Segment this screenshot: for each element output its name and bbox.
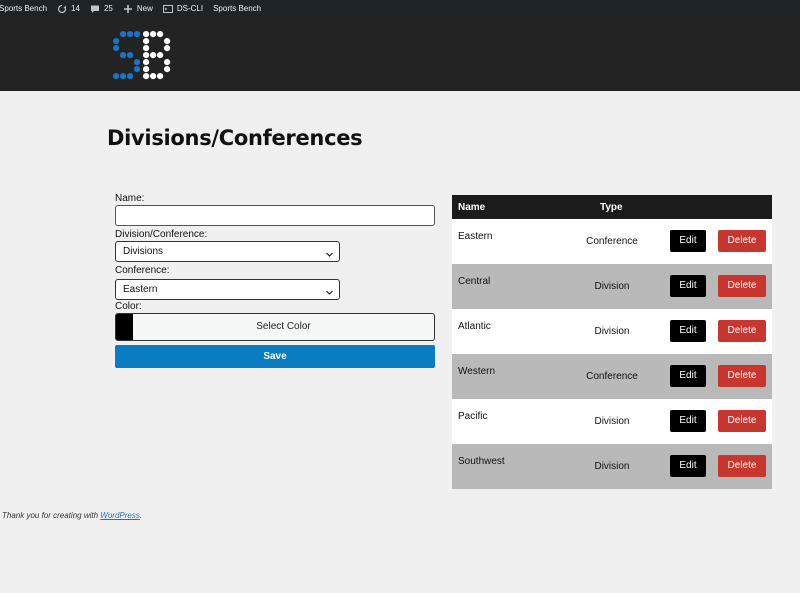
- row-type: Conference: [586, 236, 638, 247]
- row-name: Eastern: [458, 231, 493, 242]
- admin-bar-comments[interactable]: 25: [85, 0, 118, 17]
- admin-bar: Sports Bench 14 25 New DS-CLI Sports Ben…: [0, 0, 800, 17]
- footer-suffix: .: [139, 511, 143, 520]
- row-type: Conference: [586, 371, 638, 382]
- edit-button[interactable]: Edit: [670, 365, 706, 387]
- delete-button[interactable]: Delete: [718, 365, 766, 387]
- delete-button[interactable]: Delete: [718, 410, 766, 432]
- edit-button[interactable]: Edit: [670, 230, 706, 252]
- delete-button[interactable]: Delete: [718, 455, 766, 477]
- admin-bar-site-name-label: Sports Bench: [0, 4, 48, 13]
- divisions-table: Name Type Eastern Conference Edit Delete…: [452, 195, 772, 489]
- type-label: Division/Conference:: [115, 229, 208, 240]
- comment-icon: [90, 4, 100, 14]
- table-row: Southwest Division Edit Delete: [452, 444, 772, 489]
- row-type: Division: [594, 416, 630, 427]
- row-type: Division: [594, 461, 630, 472]
- edit-button[interactable]: Edit: [670, 275, 706, 297]
- table-row: Western Conference Edit Delete: [452, 354, 772, 399]
- conference-select-value: Eastern: [123, 284, 158, 295]
- conference-label: Conference:: [115, 265, 170, 276]
- type-select-value: Divisions: [123, 246, 164, 257]
- updates-count: 14: [71, 4, 80, 13]
- refresh-icon: [57, 4, 67, 14]
- table-row: Eastern Conference Edit Delete: [452, 219, 772, 264]
- color-label: Color:: [115, 301, 142, 312]
- edit-button[interactable]: Edit: [670, 410, 706, 432]
- delete-button[interactable]: Delete: [718, 230, 766, 252]
- admin-footer: Thank you for creating with WordPress.: [2, 511, 142, 520]
- conference-select[interactable]: Eastern: [115, 279, 340, 300]
- delete-button[interactable]: Delete: [718, 275, 766, 297]
- table-row: Central Division Edit Delete: [452, 264, 772, 309]
- column-header-name: Name: [458, 202, 486, 213]
- edit-button[interactable]: Edit: [670, 320, 706, 342]
- row-type: Division: [594, 326, 630, 337]
- delete-button[interactable]: Delete: [718, 320, 766, 342]
- chevron-down-icon: [325, 247, 334, 257]
- row-name: Central: [458, 276, 491, 287]
- name-input[interactable]: [115, 205, 435, 226]
- row-name: Pacific: [458, 411, 488, 422]
- table-row: Atlantic Division Edit Delete: [452, 309, 772, 354]
- save-button[interactable]: Save: [115, 345, 435, 368]
- column-header-type: Type: [600, 202, 623, 213]
- sports-bench-logo-icon[interactable]: [112, 30, 174, 85]
- plus-icon: [123, 4, 133, 14]
- table-row: Pacific Division Edit Delete: [452, 399, 772, 444]
- admin-bar-site-name[interactable]: Sports Bench: [0, 0, 52, 17]
- select-color-button[interactable]: Select Color: [133, 314, 434, 340]
- row-name: Southwest: [458, 456, 505, 467]
- dscli-label: DS-CLI: [176, 4, 204, 13]
- site-header: [0, 17, 800, 91]
- wordpress-link[interactable]: WordPress: [100, 511, 140, 520]
- division-form: Name: Division/Conference: Divisions Con…: [115, 192, 435, 368]
- row-name: Atlantic: [458, 321, 491, 332]
- terminal-icon: [162, 4, 173, 14]
- color-swatch[interactable]: [116, 314, 133, 340]
- page-title: Divisions/Conferences: [107, 126, 363, 150]
- type-select[interactable]: Divisions: [115, 241, 340, 262]
- chevron-down-icon: [325, 285, 334, 295]
- row-type: Division: [594, 281, 630, 292]
- comments-count: 25: [103, 4, 113, 13]
- footer-text: Thank you for creating with: [2, 511, 101, 520]
- name-label: Name:: [115, 193, 145, 204]
- site-link-label: Sports Bench: [213, 4, 262, 13]
- admin-bar-site-link[interactable]: Sports Bench: [208, 0, 266, 17]
- color-picker[interactable]: Select Color: [115, 313, 435, 341]
- new-label: New: [136, 4, 153, 13]
- edit-button[interactable]: Edit: [670, 455, 706, 477]
- table-header: Name Type: [452, 195, 772, 219]
- admin-bar-updates[interactable]: 14: [52, 0, 85, 17]
- admin-bar-new[interactable]: New: [118, 0, 158, 17]
- admin-bar-dscli[interactable]: DS-CLI: [158, 0, 208, 17]
- row-name: Western: [458, 366, 496, 377]
